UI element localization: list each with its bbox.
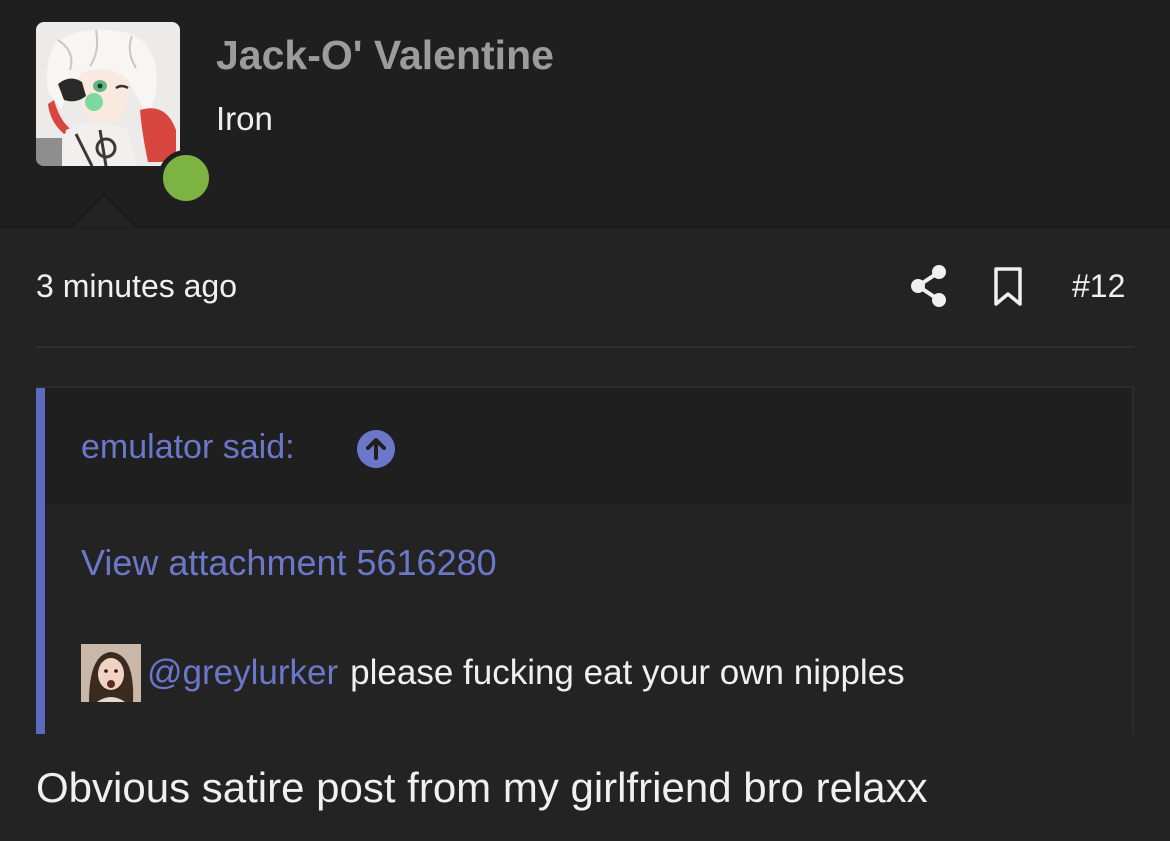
avatar[interactable] [36, 22, 180, 166]
post-timestamp[interactable]: 3 minutes ago [36, 268, 237, 305]
quote-accent-bar [36, 388, 45, 734]
user-avatar-container[interactable] [36, 22, 214, 206]
header-pointer [72, 196, 136, 227]
quote-body: View attachment 5616280 @greylurker plea… [45, 504, 1132, 734]
quote-header: emulator said: [45, 388, 1132, 504]
attachment-link[interactable]: View attachment 5616280 [81, 542, 497, 584]
user-title: Iron [216, 100, 273, 137]
bookmark-icon[interactable] [990, 266, 1026, 308]
forum-post: Jack-O' Valentine Iron 3 minutes ago #12… [0, 0, 1170, 841]
quote-message-line: @greylurker please fucking eat your own … [81, 644, 905, 702]
post-number-link[interactable]: #12 [1072, 268, 1125, 305]
quote-message-text: please fucking eat your own nipples [350, 653, 905, 692]
user-mention-link[interactable]: @greylurker [147, 653, 338, 693]
meta-divider [36, 346, 1134, 348]
arrow-up-circle-icon[interactable] [357, 430, 395, 468]
quote-block: emulator said: View attachment 5616280 @… [36, 386, 1134, 734]
post-user-header: Jack-O' Valentine Iron [0, 0, 1170, 228]
post-body-text: Obvious satire post from my girlfriend b… [36, 764, 928, 811]
share-icon[interactable] [908, 264, 950, 308]
mention-avatar[interactable] [81, 644, 141, 702]
quote-author-link[interactable]: emulator said: [81, 428, 295, 467]
online-status-indicator [158, 150, 214, 206]
username[interactable]: Jack-O' Valentine [216, 32, 554, 79]
